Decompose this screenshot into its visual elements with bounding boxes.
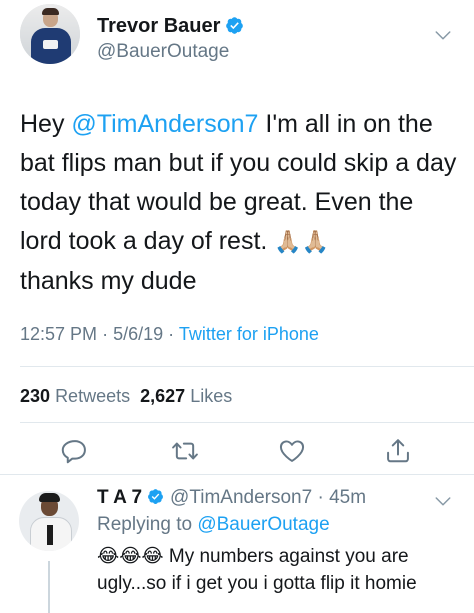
tweet-author-handle[interactable]: @BauerOutage [97, 40, 229, 64]
reply-time: 45m [329, 487, 367, 508]
tweet-time: 12:57 PM [20, 324, 98, 344]
tweet-text-prefix: Hey [20, 110, 72, 138]
main-tweet: Trevor Bauer @BauerOutage Hey @TimAnders… [0, 0, 474, 474]
chevron-down-icon[interactable] [434, 26, 452, 44]
divider [20, 422, 474, 423]
share-button[interactable] [384, 437, 412, 465]
tweet-text: Hey @TimAnderson7 I'm all in on the bat … [20, 105, 460, 301]
retweets-label[interactable]: Retweets [55, 386, 130, 406]
reply-tweet[interactable]: T A 7 @TimAnderson7 · 45m Replying to @Ba… [0, 475, 474, 613]
reply-author-name[interactable]: T A 7 [97, 487, 142, 508]
heart-icon [279, 440, 305, 462]
likes-count[interactable]: 2,627 [140, 386, 185, 406]
reply-text: 😂😂😂 My numbers against you are ugly...so… [97, 543, 452, 597]
tweet-text-suffix: thanks my dude [20, 267, 197, 295]
like-button[interactable] [278, 437, 306, 465]
mention-link[interactable]: @TimAnderson7 [71, 110, 258, 138]
thread-line [48, 561, 50, 613]
reply-separator: · [317, 487, 324, 508]
tweet-source-link[interactable]: Twitter for iPhone [179, 324, 319, 344]
chevron-down-icon[interactable] [434, 492, 452, 510]
verified-badge-icon [148, 489, 163, 504]
laughing-emoji: 😂😂😂 [97, 545, 164, 567]
reply-icon [61, 440, 86, 464]
reply-author-handle[interactable]: @TimAnderson7 [170, 487, 312, 508]
avatar-trevor-bauer[interactable] [20, 4, 80, 64]
retweets-count[interactable]: 230 [20, 386, 50, 406]
meta-separator: · [168, 324, 175, 344]
display-name-text[interactable]: Trevor Bauer [97, 15, 220, 37]
verified-badge-icon [226, 17, 244, 34]
retweet-icon [172, 442, 198, 460]
reply-header: T A 7 @TimAnderson7 · 45m [97, 486, 366, 510]
tweet-author-name[interactable]: Trevor Bauer [97, 14, 244, 38]
retweet-button[interactable] [171, 437, 199, 465]
likes-label[interactable]: Likes [190, 386, 232, 406]
reply-button[interactable] [61, 437, 89, 465]
replying-to: Replying to @BauerOutage [97, 513, 330, 537]
avatar-tim-anderson[interactable] [19, 491, 79, 551]
tweet-stats: 230 Retweets 2,627 Likes [20, 385, 232, 407]
replying-to-link[interactable]: @BauerOutage [197, 514, 329, 535]
replying-label: Replying to [97, 514, 193, 535]
tweet-date: 5/6/19 [113, 324, 164, 344]
share-icon [387, 439, 409, 463]
folded-hands-emoji: 🙏🏼🙏🏼 [274, 230, 330, 255]
meta-separator: · [102, 324, 109, 344]
tweet-meta: 12:57 PM · 5/6/19 · Twitter for iPhone [20, 321, 319, 347]
divider [20, 366, 474, 367]
